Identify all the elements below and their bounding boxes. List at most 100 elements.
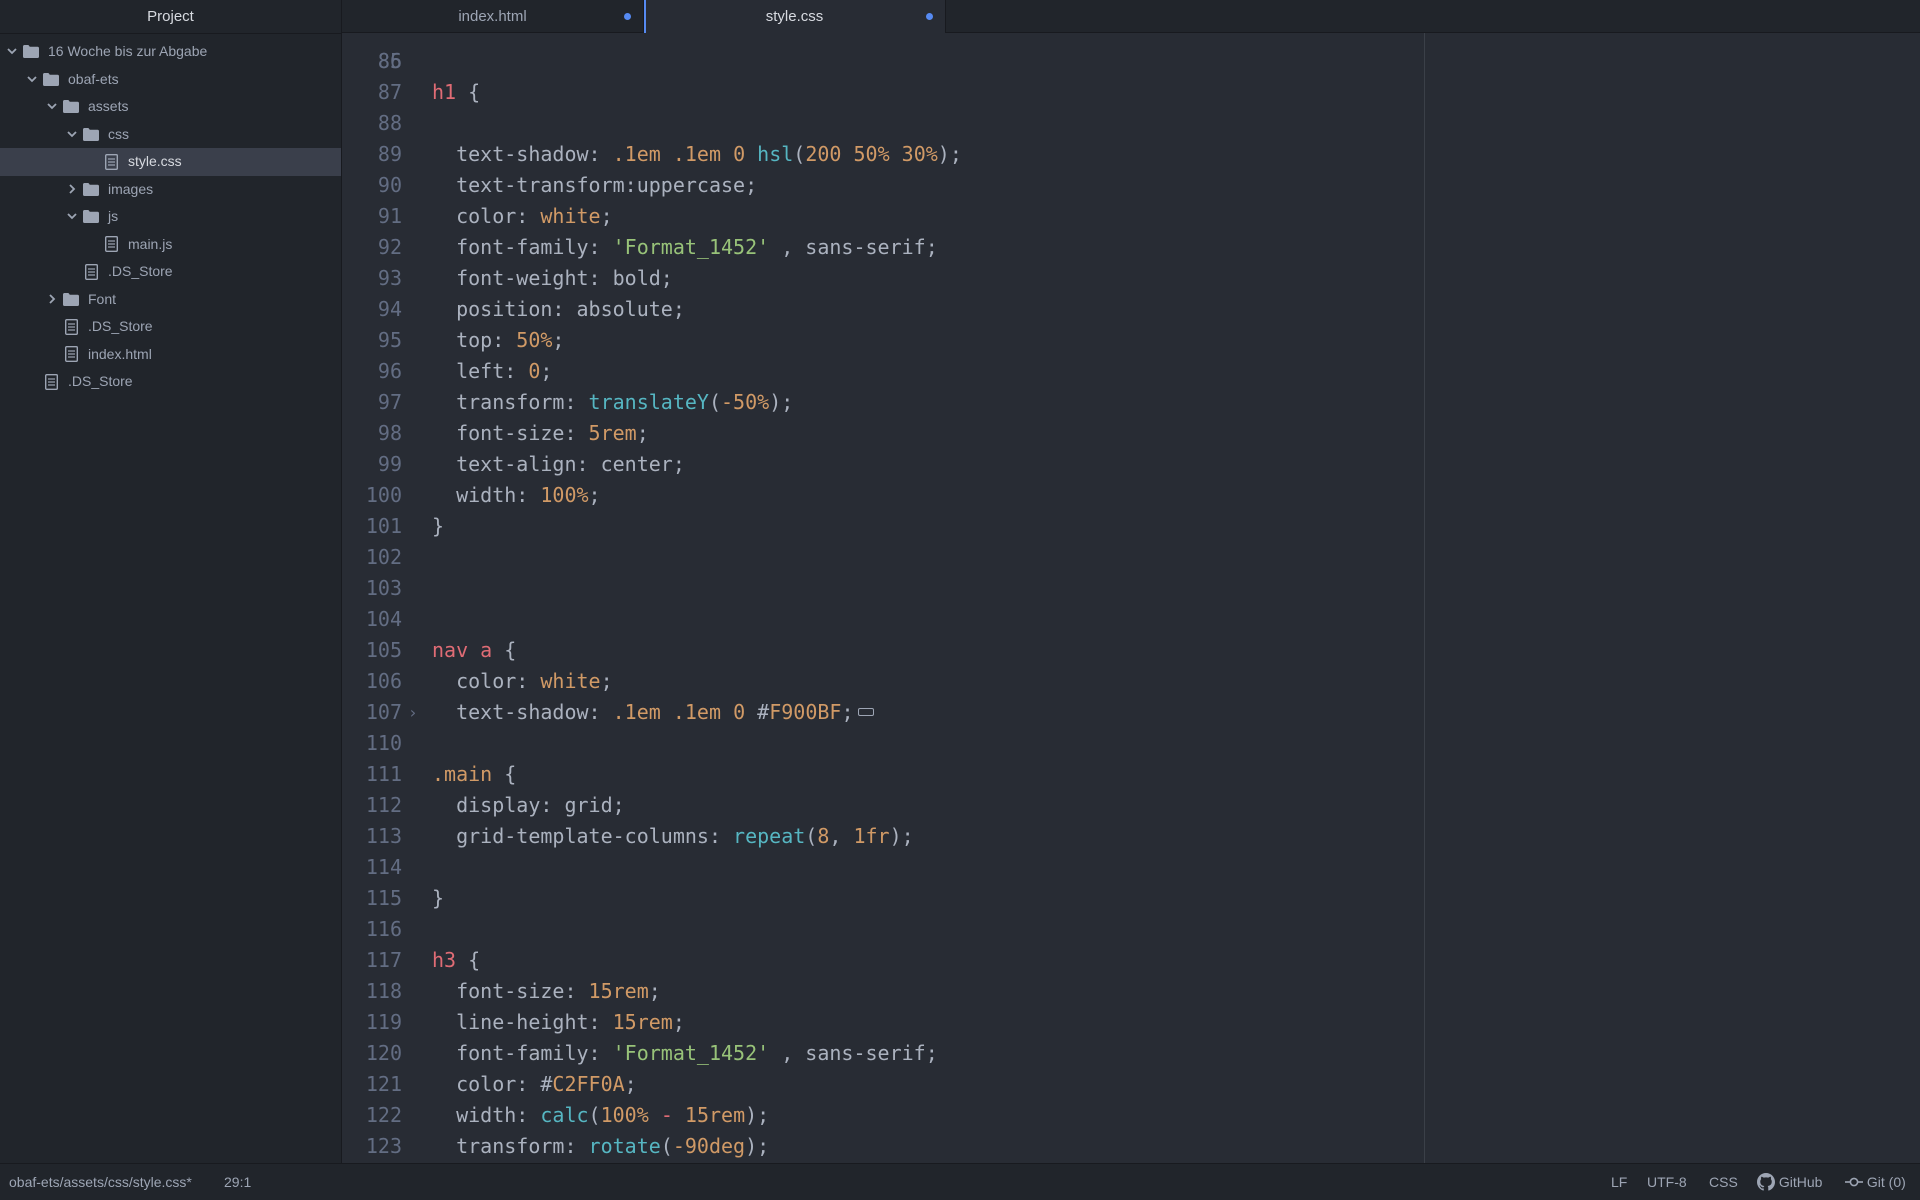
line-number[interactable]: 88	[342, 108, 402, 139]
code-token: text-shadow:	[432, 142, 613, 166]
folder-icon	[22, 38, 40, 65]
line-number[interactable]: 100	[342, 480, 402, 511]
file-path[interactable]: obaf-ets/assets/css/style.css*	[9, 1164, 192, 1200]
tree-folder[interactable]: js	[0, 203, 341, 231]
tree-file[interactable]: .DS_Store	[0, 368, 341, 396]
encoding-selector[interactable]: UTF-8	[1647, 1164, 1687, 1200]
line-number[interactable]: 121	[342, 1069, 402, 1100]
code-text: color: white;	[432, 666, 613, 697]
tree-item-label: .DS_Store	[88, 318, 153, 334]
line-number[interactable]: 115	[342, 883, 402, 914]
tree-item-label: images	[108, 180, 154, 197]
tree-file[interactable]: index.html	[0, 341, 341, 369]
tree-item-label: Font	[88, 290, 117, 307]
line-ending-selector[interactable]: LF	[1611, 1164, 1627, 1200]
tree-folder[interactable]: images	[0, 176, 341, 204]
tree-item-label: style.css	[128, 153, 182, 169]
tree-file[interactable]: .DS_Store	[0, 313, 341, 341]
chevron-down-icon[interactable]	[66, 203, 78, 230]
tree-folder[interactable]: 16 Woche bis zur Abgabe	[0, 38, 341, 66]
line-number[interactable]: 113	[342, 821, 402, 852]
line-number[interactable]: 94	[342, 294, 402, 325]
line-number[interactable]: 101	[342, 511, 402, 542]
project-header[interactable]: Project	[0, 0, 341, 34]
line-number[interactable]: 106	[342, 666, 402, 697]
code-token: ;	[841, 700, 854, 724]
line-number[interactable]: 105	[342, 635, 402, 666]
code-text: transform: rotate(-90deg);	[432, 1131, 769, 1162]
code-text: text-shadow: .1em .1em 0 hsl(200 50% 30%…	[432, 139, 962, 170]
code-token: , sans-serif;	[769, 235, 938, 259]
file-icon	[42, 368, 60, 395]
code-token: 15rem	[588, 979, 649, 1003]
line-number[interactable]: 120	[342, 1038, 402, 1069]
line-number[interactable]: 91	[342, 201, 402, 232]
folder-icon	[82, 176, 100, 203]
line-number[interactable]: 123	[342, 1131, 402, 1162]
fold-chevron-icon[interactable]: ›	[408, 697, 422, 728]
line-number[interactable]: 119	[342, 1007, 402, 1038]
line-number[interactable]: 99	[342, 449, 402, 480]
line-number[interactable]: 110	[342, 728, 402, 759]
chevron-down-icon[interactable]	[6, 38, 18, 65]
chevron-down-icon[interactable]	[46, 93, 58, 120]
tree-item-label: index.html	[88, 345, 152, 362]
code-token: left:	[432, 359, 529, 383]
file-icon	[82, 258, 100, 285]
tree-folder[interactable]: assets	[0, 93, 341, 121]
line-number[interactable]: 92	[342, 232, 402, 263]
tree-file[interactable]: .DS_Store	[0, 258, 341, 286]
line-number[interactable]: 98	[342, 418, 402, 449]
code-token: 0	[528, 359, 541, 383]
line-number[interactable]: 112	[342, 790, 402, 821]
cursor-position[interactable]: 29:1	[224, 1164, 251, 1200]
tree-file[interactable]: main.js	[0, 231, 341, 259]
line-number[interactable]: 103	[342, 573, 402, 604]
github-button[interactable]: GitHub	[1757, 1164, 1822, 1200]
tree-file[interactable]: style.css	[0, 148, 341, 176]
line-number[interactable]: 116	[342, 914, 402, 945]
tab-style-css[interactable]: style.css	[644, 0, 946, 34]
code-token: position: absolute;	[432, 297, 685, 321]
code-token: 8	[817, 824, 830, 848]
line-number[interactable]: 104	[342, 604, 402, 635]
chevron-right-icon[interactable]	[46, 286, 58, 313]
grammar-selector[interactable]: CSS	[1709, 1164, 1738, 1200]
git-button[interactable]: Git (0)	[1845, 1164, 1906, 1200]
code-token: (	[708, 390, 722, 414]
text-editor[interactable]: 85 86 87 h1 {88 89 text-shadow: .1em .1em 0…	[342, 33, 1920, 1163]
tab-index-html[interactable]: index.html	[342, 0, 644, 33]
line-number[interactable]: 118	[342, 976, 402, 1007]
code-token: 1fr	[853, 824, 890, 848]
line-number[interactable]: 122	[342, 1100, 402, 1131]
line-number[interactable]: 96	[342, 356, 402, 387]
chevron-right-icon[interactable]	[66, 176, 78, 203]
line-number[interactable]: 114	[342, 852, 402, 883]
code-text: width: 100%;	[432, 480, 601, 511]
chevron-down-icon[interactable]	[26, 66, 38, 93]
code-text: display: grid;	[432, 790, 625, 821]
line-number[interactable]: 87	[342, 77, 402, 108]
line-number[interactable]: 97	[342, 387, 402, 418]
line-number[interactable]: 93	[342, 263, 402, 294]
code-text: }	[432, 883, 444, 914]
tree-folder[interactable]: css	[0, 121, 341, 149]
code-token: -	[660, 1103, 673, 1127]
code-token: 0	[733, 700, 746, 724]
chevron-down-icon[interactable]	[66, 121, 78, 148]
line-number[interactable]: 86	[342, 46, 402, 77]
line-number[interactable]: 117	[342, 945, 402, 976]
folded-ellipsis-icon[interactable]	[857, 707, 874, 716]
line-number[interactable]: 111	[342, 759, 402, 790]
code-token: -90deg	[672, 1134, 746, 1158]
line-number[interactable]: 90	[342, 170, 402, 201]
line-number[interactable]: 102	[342, 542, 402, 573]
line-number[interactable]: 89	[342, 139, 402, 170]
line-number[interactable]: 107	[342, 697, 402, 728]
code-token: 100%	[540, 483, 589, 507]
tree-folder[interactable]: Font	[0, 286, 341, 314]
line-number[interactable]: 95	[342, 325, 402, 356]
tree-folder[interactable]: obaf-ets	[0, 66, 341, 94]
